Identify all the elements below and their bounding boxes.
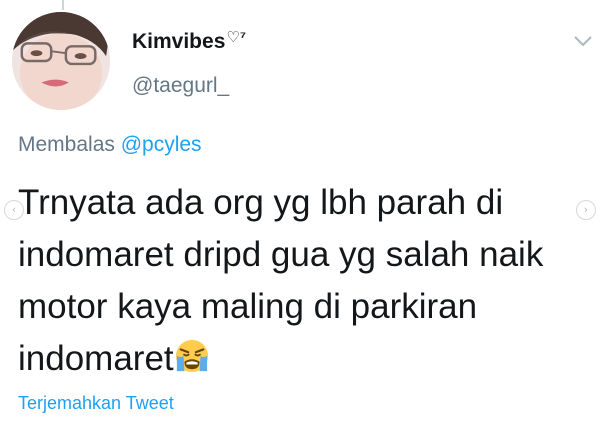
reply-mention-link[interactable]: @pcyles — [121, 133, 202, 156]
chevron-down-icon[interactable] — [572, 34, 594, 48]
translate-tweet-link[interactable]: Terjemahkan Tweet — [18, 393, 174, 414]
user-handle[interactable]: @taegurl_ — [132, 74, 229, 98]
chevron-left-icon[interactable]: ‹ — [4, 200, 24, 220]
tweet-text: Trnyata ada org yg lbh parah di indomare… — [18, 177, 588, 385]
reply-context: Membalas @pcyles — [18, 133, 202, 157]
display-name-text: Kimvibes — [132, 30, 226, 53]
loudly-crying-face-emoji — [175, 339, 208, 373]
avatar-photo — [12, 12, 110, 110]
reply-prefix: Membalas — [18, 133, 115, 156]
tweet-body: Trnyata ada org yg lbh parah di indomare… — [18, 183, 544, 378]
thread-line — [62, 0, 64, 10]
avatar[interactable] — [12, 12, 110, 110]
display-name[interactable]: Kimvibes ♡⁷ — [132, 30, 246, 54]
heart-seven-badge: ♡⁷ — [226, 29, 247, 46]
chevron-right-icon[interactable]: › — [576, 200, 596, 220]
